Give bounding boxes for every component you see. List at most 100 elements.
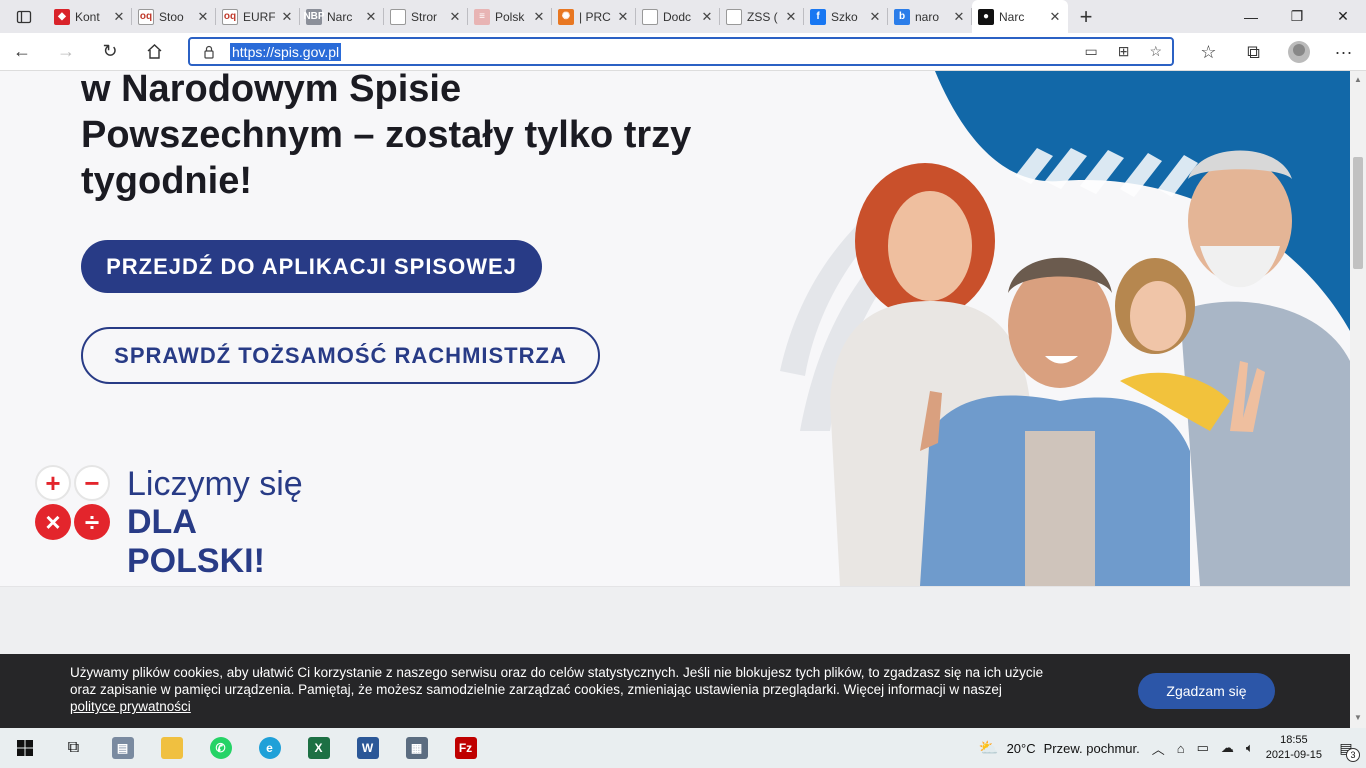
- url-text[interactable]: https://spis.gov.pl: [230, 42, 342, 61]
- tab-label: Stoo: [159, 9, 184, 24]
- window-controls: — ❐ ✕: [1228, 0, 1366, 33]
- minimize-icon: —: [1244, 8, 1258, 25]
- tab-favicon-icon: f: [810, 8, 826, 25]
- browser-tab[interactable]: Dodc ✕: [636, 0, 720, 33]
- taskbar-excel[interactable]: X: [294, 728, 343, 768]
- browser-tab[interactable]: oq EURF ✕: [216, 0, 300, 33]
- tab-close-icon[interactable]: ✕: [952, 9, 966, 25]
- scroll-thumb[interactable]: [1353, 157, 1363, 269]
- battery-icon[interactable]: ▭: [1197, 740, 1209, 756]
- windows-icon: [16, 740, 33, 756]
- tab-actions-button[interactable]: [0, 0, 48, 33]
- taskbar-whatsapp[interactable]: ✆: [196, 728, 245, 768]
- browser-tab[interactable]: ● Narc ✕: [972, 0, 1068, 33]
- taskbar-file-explorer[interactable]: [147, 728, 196, 768]
- tab-close-icon[interactable]: ✕: [364, 9, 378, 25]
- home-button[interactable]: [132, 33, 176, 71]
- browser-tab[interactable]: ≡ Polsk ✕: [468, 0, 552, 33]
- heading-line-1: w Narodowym Spisie: [81, 71, 462, 110]
- taskbar-edge[interactable]: e: [245, 728, 294, 768]
- forward-button[interactable]: →: [44, 33, 88, 71]
- device-icon[interactable]: ⌂: [1177, 741, 1185, 756]
- filezilla-icon: Fz: [454, 737, 477, 759]
- browser-tab[interactable]: oq Stoo ✕: [132, 0, 216, 33]
- browser-tab[interactable]: f Szko ✕: [804, 0, 888, 33]
- heading-line-2: Powszechnym – zostały tylko trzy: [81, 114, 692, 156]
- favorites-button[interactable]: ☆: [1186, 33, 1231, 71]
- volume-icon[interactable]: 🔈︎: [1246, 740, 1254, 756]
- tab-close-icon[interactable]: ✕: [700, 9, 714, 25]
- tab-close-icon[interactable]: ✕: [1048, 9, 1062, 25]
- home-icon: [147, 44, 161, 59]
- cookie-text: Używamy plików cookies, aby ułatwić Ci k…: [70, 664, 1100, 715]
- tab-close-icon[interactable]: ✕: [532, 9, 546, 25]
- restore-button[interactable]: ❐: [1274, 0, 1320, 33]
- back-button[interactable]: ←: [0, 33, 44, 71]
- browser-tab[interactable]: Stror ✕: [384, 0, 468, 33]
- refresh-button[interactable]: ↻: [88, 33, 132, 71]
- arrow-left-icon: ←: [13, 41, 31, 61]
- tab-favicon-icon: [726, 8, 742, 25]
- tab-favicon-icon: b: [894, 8, 910, 25]
- new-tab-button[interactable]: +: [1068, 0, 1104, 33]
- verify-enumerator-button[interactable]: SPRAWDŹ TOŻSAMOŚĆ RACHMISTRZA: [81, 327, 600, 384]
- restore-icon: ❐: [1290, 8, 1304, 24]
- tab-label: Kont: [75, 9, 100, 24]
- scroll-down-icon[interactable]: ▼: [1354, 713, 1362, 722]
- page-scrollbar[interactable]: ▲ ▼: [1350, 71, 1366, 728]
- family-hero-image: [780, 71, 1350, 586]
- profile-button[interactable]: [1276, 33, 1321, 71]
- taskbar-word[interactable]: W: [343, 728, 392, 768]
- browser-tab[interactable]: ZSS (✕: [720, 0, 804, 33]
- tab-close-icon[interactable]: ✕: [784, 9, 798, 25]
- browser-tab[interactable]: ✺ | PRC ✕: [552, 0, 636, 33]
- taskbar-filezilla[interactable]: Fz: [441, 728, 490, 768]
- notifications-button[interactable]: ▤ 3: [1334, 736, 1360, 762]
- accept-cookies-button[interactable]: Zgadzam się: [1138, 673, 1275, 709]
- go-to-census-app-button[interactable]: PRZEJDŹ DO APLIKACJI SPISOWEJ: [81, 240, 542, 293]
- heading-line-3: tygodnie!: [81, 160, 252, 202]
- cloud-sun-icon: ⛅: [978, 740, 999, 757]
- hero-section: w Narodowym Spisie Powszechnym – zostały…: [0, 71, 1350, 586]
- tab-close-icon[interactable]: ✕: [448, 9, 462, 25]
- browser-tab[interactable]: ◆ Kont ✕: [48, 0, 132, 33]
- campaign-logo: + − × ÷ Liczymy się DLA POLSKI!: [35, 465, 335, 580]
- tab-close-icon[interactable]: ✕: [196, 9, 210, 25]
- app-available-icon[interactable]: ⊞: [1118, 43, 1130, 60]
- clock-time: 18:55: [1280, 734, 1308, 746]
- browser-tab[interactable]: b naro ✕: [888, 0, 972, 33]
- close-window-button[interactable]: ✕: [1320, 0, 1366, 33]
- close-icon: ✕: [1337, 8, 1349, 24]
- privacy-policy-link[interactable]: polityce prywatności: [70, 699, 191, 714]
- address-bar[interactable]: https://spis.gov.pl ▭ ⊞ ☆: [188, 37, 1174, 66]
- task-view-button[interactable]: ⧉: [49, 728, 98, 768]
- weather-widget[interactable]: ⛅ 20°C Przew. pochmur.: [979, 738, 1140, 758]
- settings-menu-button[interactable]: ···: [1321, 33, 1366, 71]
- tab-label: Dodc: [663, 9, 692, 24]
- minimize-button[interactable]: —: [1228, 0, 1274, 33]
- address-bar-actions: ▭ ⊞ ☆: [1084, 43, 1172, 60]
- tab-close-icon[interactable]: ✕: [112, 9, 126, 25]
- tab-close-icon[interactable]: ✕: [280, 9, 294, 25]
- browser-tab[interactable]: NBP Narc ✕: [300, 0, 384, 33]
- plus-icon: +: [1079, 3, 1093, 29]
- taskbar-calculator[interactable]: ▦: [392, 728, 441, 768]
- tab-favicon-icon: NBP: [303, 8, 325, 25]
- collections-button[interactable]: ⧉: [1231, 33, 1276, 71]
- lock-icon[interactable]: [202, 45, 216, 59]
- tab-list: ◆ Kont ✕ oq Stoo ✕ oq EURF ✕ NBP Narc ✕ Stror ✕ ≡ Polsk…: [48, 0, 1068, 33]
- tab-close-icon[interactable]: ✕: [616, 9, 630, 25]
- clock[interactable]: 18:55 2021-09-15: [1266, 733, 1322, 763]
- tab-close-icon[interactable]: ✕: [868, 9, 882, 25]
- chevron-up-icon[interactable]: ︿: [1152, 739, 1165, 758]
- tab-label: Szko: [831, 9, 858, 24]
- add-favorite-icon[interactable]: ☆: [1149, 43, 1162, 60]
- immersive-reader-icon[interactable]: ▭: [1084, 43, 1097, 60]
- onedrive-icon[interactable]: ☁: [1221, 740, 1234, 756]
- tab-label: naro: [915, 9, 940, 24]
- tab-favicon-icon: ●: [978, 8, 994, 25]
- start-button[interactable]: [0, 728, 49, 768]
- scroll-up-icon[interactable]: ▲: [1354, 75, 1362, 84]
- taskbar-app-archive[interactable]: ▤: [98, 728, 147, 768]
- tab-actions-icon: [16, 10, 32, 23]
